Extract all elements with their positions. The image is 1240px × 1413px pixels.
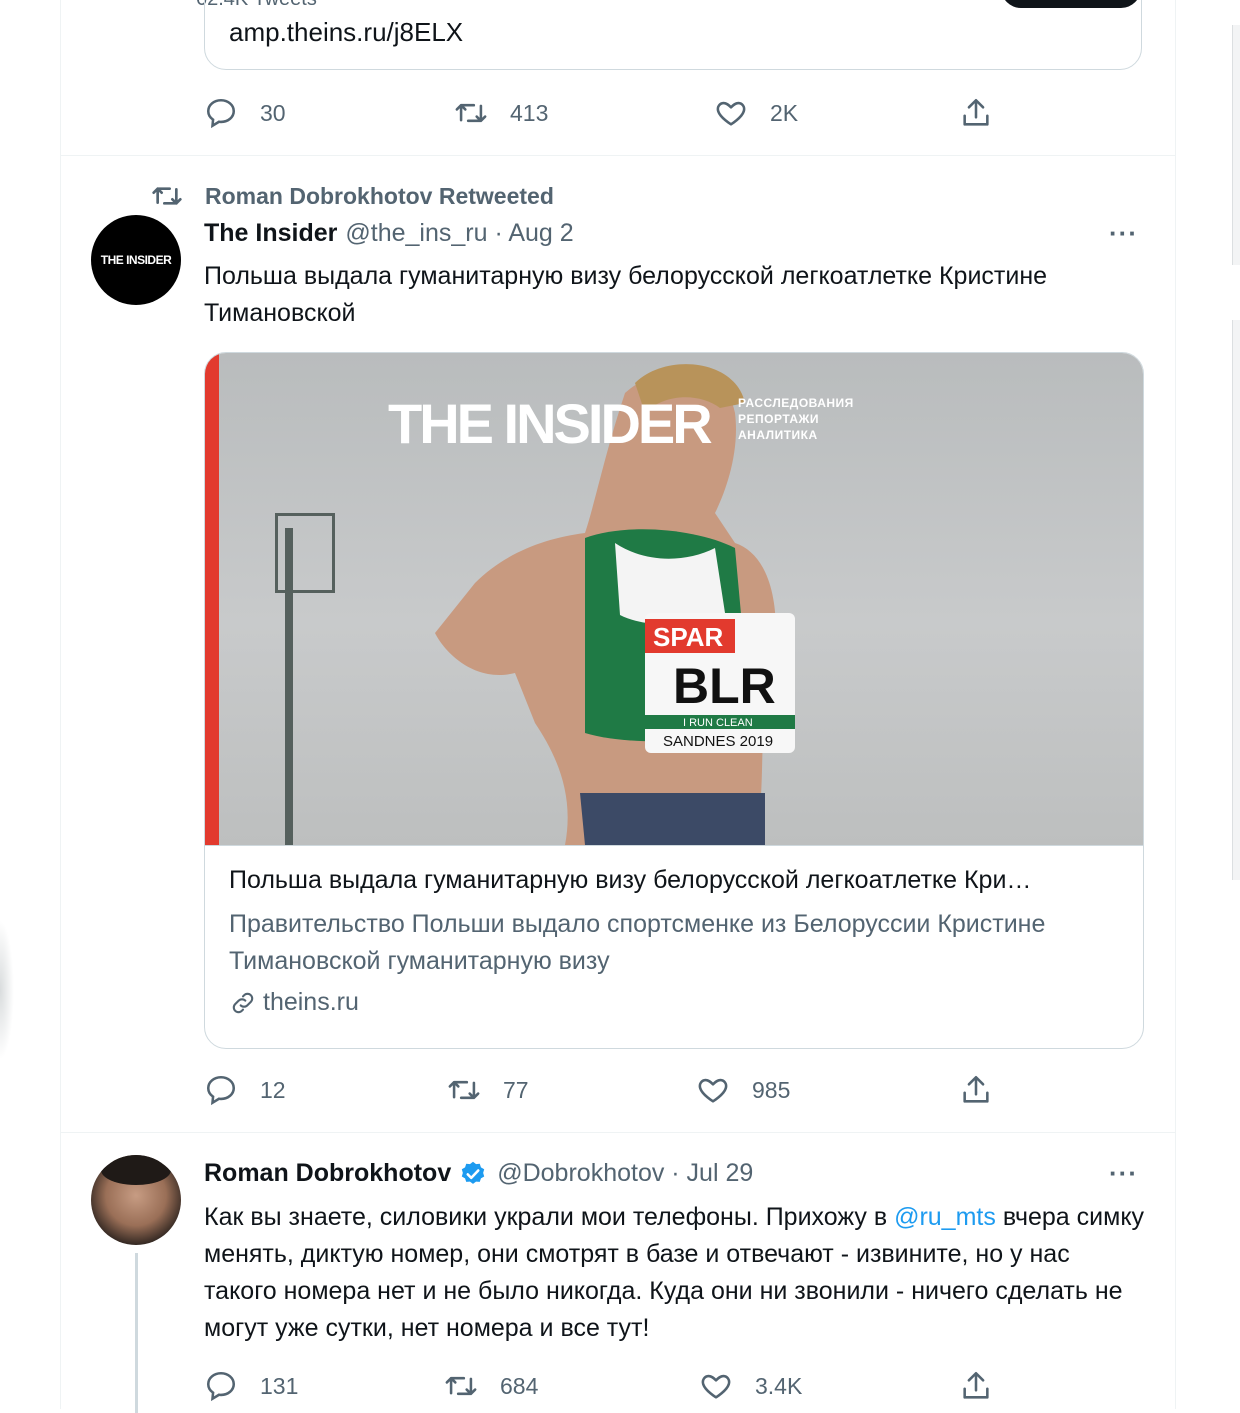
reply-icon — [206, 1075, 236, 1106]
share-button[interactable] — [959, 1369, 993, 1403]
like-count: 2K — [770, 99, 799, 126]
card-domain: theins.ru — [229, 988, 359, 1017]
link-preview-url: amp.theins.ru/j8ELX — [229, 17, 464, 47]
retweeted-by[interactable]: Roman Dobrokhotov Retweeted — [151, 180, 554, 212]
page-edge-shadow — [0, 920, 14, 1060]
reply-count: 30 — [260, 99, 286, 126]
reply-icon — [206, 1371, 236, 1402]
more-icon[interactable]: ··· — [1109, 1158, 1138, 1189]
share-button[interactable] — [959, 96, 993, 130]
card-accent-bar — [205, 353, 219, 845]
sidebar-edge-bottom — [1232, 320, 1240, 880]
like-icon — [716, 101, 746, 126]
retweet-count: 77 — [503, 1076, 529, 1103]
author-handle-date[interactable]: @the_ins_ru · Aug 2 — [345, 219, 573, 248]
tagline-line-1: РАССЛЕДОВАНИЯ — [738, 396, 854, 410]
mention-link[interactable]: @ru_mts — [894, 1203, 996, 1231]
bib-line: I RUN CLEAN — [683, 717, 753, 729]
race-bib: SPAR BLR I RUN CLEAN SANDNES 2019 — [645, 613, 795, 753]
more-icon[interactable]: ··· — [1109, 218, 1138, 249]
retweet-icon — [152, 187, 182, 205]
thread-connector — [135, 1253, 138, 1413]
reply-count: 12 — [260, 1076, 286, 1103]
avatar[interactable] — [91, 1155, 181, 1245]
reply-icon — [206, 98, 236, 129]
like-button[interactable]: 985 — [696, 1073, 790, 1107]
card-title: Польша выдала гуманитарную визу белорусс… — [229, 866, 1032, 894]
retweet-icon — [445, 1376, 477, 1396]
like-button[interactable]: 2K — [714, 96, 798, 130]
like-count: 3.4K — [755, 1372, 803, 1399]
retweeted-by-label: Roman Dobrokhotov Retweeted — [205, 182, 554, 209]
share-icon — [963, 98, 989, 126]
tweet-text: Как вы знаете, силовики украли мои телеф… — [204, 1199, 1149, 1347]
retweet-button[interactable]: 684 — [444, 1369, 538, 1403]
link-preview-card[interactable]: amp.theins.ru/j8ELX — [204, 0, 1142, 70]
reply-button[interactable]: 30 — [204, 96, 286, 130]
tweet-divider — [61, 155, 1175, 156]
retweet-icon — [448, 1080, 480, 1100]
card-brand-tagline: РАССЛЕДОВАНИЯ РЕПОРТАЖИ АНАЛИТИКА — [738, 395, 854, 443]
bib-sponsor: SPAR — [653, 622, 724, 652]
card-image: SPAR BLR I RUN CLEAN SANDNES 2019 THE IN… — [205, 353, 1143, 845]
card-domain-text: theins.ru — [263, 988, 359, 1016]
bib-country: BLR — [673, 658, 776, 714]
retweet-count: 684 — [500, 1372, 539, 1399]
card-brand-logo: THE INSIDER — [388, 392, 713, 455]
tweet-text-part-1: Как вы знаете, силовики украли мои телеф… — [204, 1203, 895, 1231]
author-name[interactable]: Roman Dobrokhotov — [204, 1159, 451, 1188]
share-icon — [963, 1371, 989, 1399]
card-description: Правительство Польши выдало спортсменке … — [229, 910, 1046, 975]
avatar[interactable]: THE INSIDER — [91, 215, 181, 305]
tweet-actions: 131 684 3.4K — [204, 1369, 1004, 1409]
avatar-hair — [101, 1155, 171, 1185]
retweet-button[interactable]: 413 — [454, 96, 548, 130]
tagline-line-2: РЕПОРТАЖИ — [738, 412, 820, 426]
tweet-text: Польша выдала гуманитарную визу белорусс… — [204, 262, 1048, 327]
share-icon — [963, 1075, 989, 1103]
tweet-header: The Insider @the_ins_ru · Aug 2 — [204, 219, 574, 248]
tagline-line-3: АНАЛИТИКА — [738, 428, 818, 442]
tweet-actions: 30 413 2K — [204, 96, 1004, 136]
share-button[interactable] — [959, 1073, 993, 1107]
reply-button[interactable]: 131 — [204, 1369, 298, 1403]
link-icon — [232, 992, 254, 1013]
card-body: Польша выдала гуманитарную визу белорусс… — [205, 845, 1143, 1048]
author-name[interactable]: The Insider — [204, 219, 337, 248]
timeline: 62.4K Tweets amp.theins.ru/j8ELX 30 413 … — [60, 0, 1176, 1413]
bib-event: SANDNES 2019 — [663, 733, 773, 750]
avatar-logo-text: THE INSIDER — [100, 253, 172, 267]
like-button[interactable]: 3.4K — [699, 1369, 802, 1403]
retweet-count: 413 — [510, 99, 549, 126]
retweet-icon — [455, 103, 487, 123]
link-card[interactable]: SPAR BLR I RUN CLEAN SANDNES 2019 THE IN… — [204, 352, 1144, 1049]
like-count: 985 — [752, 1076, 791, 1103]
sidebar-edge-top — [1232, 25, 1240, 265]
tweet-actions: 12 77 985 — [204, 1073, 1004, 1113]
like-icon — [698, 1078, 728, 1103]
stadium-light — [275, 513, 335, 593]
like-icon — [701, 1374, 731, 1399]
retweet-button[interactable]: 77 — [447, 1073, 529, 1107]
verified-icon — [462, 1161, 485, 1184]
tweet-header: Roman Dobrokhotov @Dobrokhotov · Jul 29 — [204, 1159, 753, 1188]
author-handle-date[interactable]: @Dobrokhotov · Jul 29 — [497, 1159, 753, 1188]
tweet-divider — [61, 1132, 1175, 1133]
reply-count: 131 — [260, 1372, 299, 1399]
reply-button[interactable]: 12 — [204, 1073, 286, 1107]
